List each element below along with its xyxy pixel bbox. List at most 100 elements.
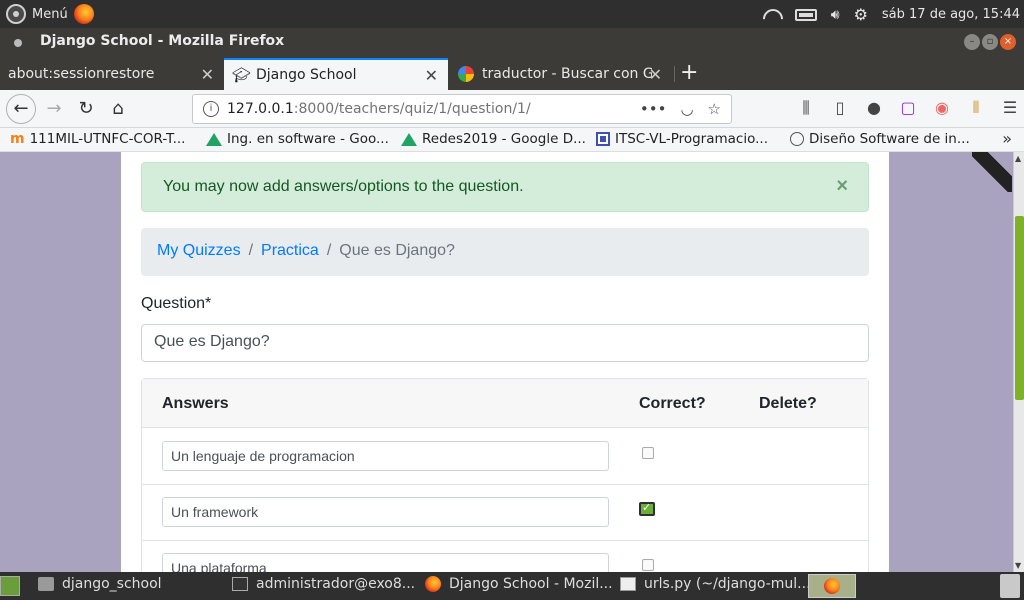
correct-column-header: Correct? [639,395,706,412]
close-tab-icon[interactable]: ✕ [649,65,662,84]
site-info-icon[interactable]: i [203,101,219,117]
navigation-toolbar: ← → ↻ ⌂ i 127.0.0.1:8000/teachers/quiz/1… [0,90,1024,128]
sidebar-icon[interactable]: ▯ [830,98,850,118]
show-desktop-icon[interactable] [0,576,20,596]
extension-bars-icon[interactable]: ⫴ [966,98,986,118]
bookmark-item[interactable]: ITSC-VL-Programacio... [596,131,768,147]
google-icon [458,66,474,82]
answer-row: Un framework [142,485,868,541]
extension-color-icon[interactable]: ◉ [932,98,952,118]
taskbar-active-firefox[interactable] [808,574,856,598]
minimize-icon[interactable]: – [964,34,980,50]
system-menu-label: Menú [32,6,68,22]
bookmark-item[interactable]: Redes2019 - Google D... [401,131,586,147]
firefox-launcher-icon[interactable] [73,4,94,24]
bookmark-item[interactable]: Diseño Software de in... [790,131,970,147]
window-title: Django School - Mozilla Firefox [40,33,285,49]
bookmark-item[interactable]: Ing. en software - Goo... [206,131,389,147]
tab-django-school[interactable]: 🎓︎ Django School ✕ [224,58,448,90]
close-window-icon[interactable]: × [1000,34,1016,50]
close-tab-icon[interactable]: ✕ [425,66,438,85]
tab-traductor[interactable]: traductor - Buscar con Go ✕ [450,58,672,90]
close-tab-icon[interactable]: ✕ [201,65,214,84]
correct-checkbox[interactable] [639,501,655,516]
taskbar-item[interactable]: Django School - Mozil... [425,576,613,592]
reload-icon[interactable]: ↻ [72,95,100,123]
tab-separator [674,66,675,82]
taskbar-label: urls.py (~/django-mul... [644,576,811,592]
alert-close-icon[interactable]: × [836,175,848,198]
answer-row: Una plataforma [142,541,868,572]
system-menu-button[interactable]: Menú [6,4,94,24]
url-bar[interactable]: i 127.0.0.1:8000/teachers/quiz/1/questio… [192,94,732,124]
bookmark-item[interactable]: m 111MIL-UTNFC-COR-T... [10,131,185,147]
answer-text-input[interactable]: Una plataforma [162,553,609,572]
page-viewport: You may now add answers/options to the q… [0,152,1024,572]
maximize-icon[interactable]: ▫ [982,34,998,50]
wifi-icon[interactable] [761,8,781,22]
answer-text-input[interactable]: Un lenguaje de programacion [162,441,609,471]
pocket-icon[interactable]: ◡ [680,100,693,118]
square-icon [596,132,610,146]
terminal-icon [232,577,248,591]
bookmark-label: Diseño Software de in... [809,131,970,147]
taskbar-item[interactable]: urls.py (~/django-mul... [620,576,811,592]
content-card: You may now add answers/options to the q… [121,152,889,572]
firefox-icon [425,576,441,592]
ubuntu-logo-icon [6,4,26,24]
home-icon[interactable]: ⌂ [104,95,132,123]
delete-column-header: Delete? [759,395,817,412]
more-bookmarks-icon[interactable]: » [1002,129,1012,148]
clock[interactable]: sáb 17 de ago, 15:44 [882,7,1020,22]
tab-sessionrestore[interactable]: about:sessionrestore ✕ [0,58,224,90]
graduation-cap-icon: 🎓︎ [232,66,252,84]
breadcrumb-quiz[interactable]: Practica [261,242,319,262]
forward-icon[interactable]: → [40,95,68,123]
taskbar-item[interactable]: django_school [38,576,162,592]
answers-column-header: Answers [162,395,229,412]
taskbar-item[interactable]: administrador@exo8... [232,576,415,592]
correct-checkbox[interactable] [642,447,654,459]
trash-icon[interactable] [1000,574,1020,598]
power-gear-icon[interactable]: ⚙ [854,5,868,24]
answer-row: Un lenguaje de programacion [142,429,868,485]
drive-icon [206,132,222,146]
scroll-down-icon[interactable]: ▼ [1015,561,1021,570]
extension-purple-icon[interactable]: ▢ [898,98,918,118]
page-actions-icon[interactable]: ••• [640,100,667,118]
back-icon[interactable]: ← [6,94,36,124]
volume-icon[interactable]: 🔊︎ [831,7,840,23]
globe-icon [790,132,804,146]
success-alert: You may now add answers/options to the q… [141,162,869,212]
answers-table: Answers Correct? Delete? Un lenguaje de … [141,378,869,572]
taskbar-label: Django School - Mozil... [449,576,613,592]
new-tab-icon[interactable]: + [680,60,698,85]
tab-label: Django School [256,67,357,83]
answer-text-input[interactable]: Un framework [162,497,609,527]
github-corner-ribbon[interactable] [972,152,1012,192]
firefox-icon [824,578,840,594]
library-icon[interactable]: ⫼ [796,98,816,118]
question-input[interactable]: Que es Django? [141,324,869,362]
folder-icon [38,577,54,591]
page-scrollbar[interactable]: ▲ ▼ [1013,152,1024,572]
system-top-panel: Menú 🔊︎ ⚙ sáb 17 de ago, 15:44 [0,0,1024,28]
hamburger-menu-icon[interactable]: ☰ [1000,98,1020,118]
url-host: 127.0.0.1 [227,101,294,117]
correct-checkbox[interactable] [642,559,654,571]
document-icon [620,577,636,591]
answers-table-header: Answers Correct? Delete? [142,379,868,428]
scroll-up-icon[interactable]: ▲ [1015,154,1021,163]
breadcrumb-my-quizzes[interactable]: My Quizzes [157,242,241,262]
battery-icon[interactable] [794,8,817,21]
question-label: Question* [141,295,212,312]
bookmark-label: ITSC-VL-Programacio... [615,131,768,147]
scrollbar-thumb[interactable] [1015,216,1024,400]
bottom-taskbar: django_school administrador@exo8... Djan… [0,572,1024,600]
moodle-icon: m [10,131,25,147]
breadcrumb-separator: / [326,242,332,259]
account-icon[interactable]: ● [864,98,884,118]
bookmarks-toolbar: m 111MIL-UTNFC-COR-T... Ing. en software… [0,128,1024,152]
bookmark-star-icon[interactable]: ☆ [708,100,721,118]
drive-icon [401,132,417,146]
